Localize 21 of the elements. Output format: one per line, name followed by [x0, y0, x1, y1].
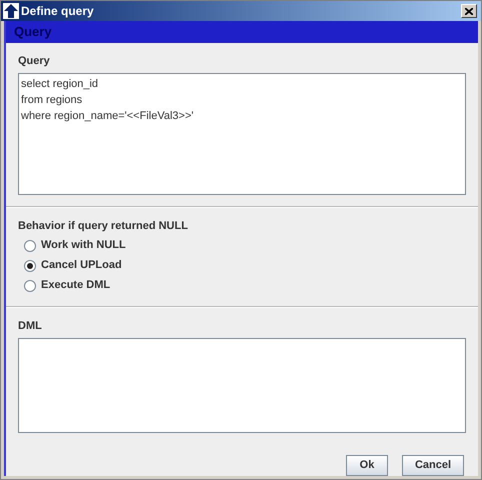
behavior-label: Behavior if query returned NULL — [18, 218, 189, 234]
query-line: where region_name='<<FileVal3>>' — [21, 108, 194, 124]
radio-button[interactable] — [24, 260, 36, 272]
arrow-up-icon — [3, 3, 19, 19]
query-line: from regions — [21, 92, 84, 108]
query-editor[interactable]: select region_id from regions where region_name='<<FileVal3>>' — [18, 72, 466, 194]
header-title: Query — [14, 23, 52, 42]
radio-label: Cancel UPLoad — [41, 258, 122, 274]
radio-label: Work with NULL — [41, 238, 126, 254]
radio-label: Execute DML — [41, 278, 110, 294]
radio-button[interactable] — [24, 280, 36, 292]
close-button[interactable] — [461, 4, 477, 18]
query-label: Query — [18, 54, 51, 69]
dialog-button[interactable]: Ok — [346, 454, 388, 476]
dialog-button[interactable]: Cancel — [402, 454, 464, 476]
radio-button[interactable] — [24, 240, 36, 252]
window-title: Define query — [21, 3, 94, 20]
query-line: select region_id — [21, 76, 100, 92]
dml-editor[interactable] — [18, 338, 466, 432]
dml-label: DML — [18, 319, 43, 334]
close-icon — [465, 8, 473, 14]
